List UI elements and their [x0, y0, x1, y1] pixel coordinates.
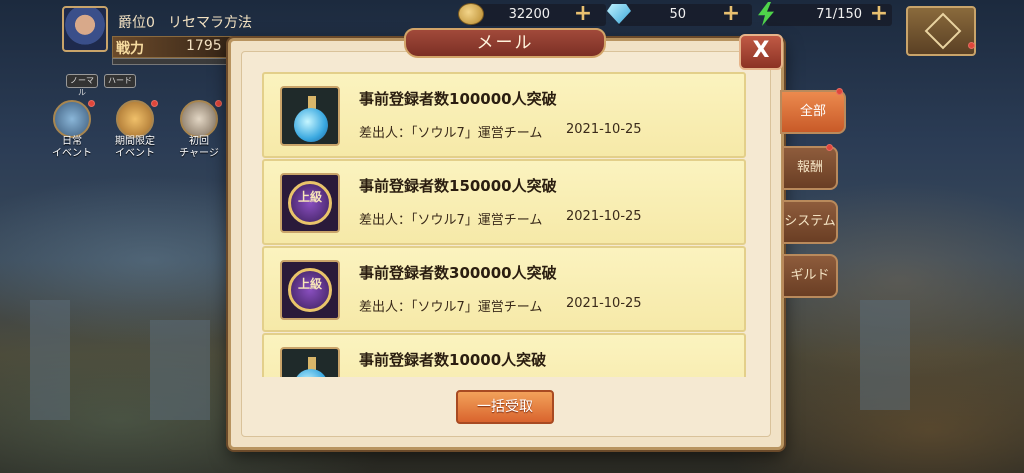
daily-event-icon[interactable]: [53, 100, 91, 138]
power-value: 1795: [186, 38, 222, 54]
power-label: 戦力: [116, 41, 144, 57]
guild-menu-button[interactable]: [906, 6, 976, 56]
mail-item[interactable]: 事前登録者数10000人突破: [262, 333, 746, 377]
notification-dot: [215, 100, 222, 107]
mail-sender: 差出人：「ソウル7」運営チーム: [359, 300, 543, 315]
add-coins-button[interactable]: +: [573, 3, 593, 25]
notification-dot: [968, 42, 975, 49]
tab-guild[interactable]: ギルド: [782, 254, 838, 298]
gems-value: 50: [669, 7, 686, 22]
mail-item[interactable]: 事前登録者数100000人突破 差出人：「ソウル7」運営チーム 2021-10-…: [262, 72, 746, 158]
coins-value: 32200: [508, 7, 550, 22]
mode-tag-hard[interactable]: ハード: [104, 74, 136, 88]
level-progress: [112, 58, 232, 65]
tab-rewards[interactable]: 報酬: [782, 146, 838, 190]
potion-body: [294, 108, 328, 142]
player-avatar[interactable]: [62, 6, 108, 52]
potion-icon: [280, 86, 340, 146]
add-stamina-button[interactable]: +: [869, 3, 889, 25]
notification-dot: [826, 144, 833, 151]
mode-tag-normal[interactable]: ノーマル: [66, 74, 98, 97]
notification-dot: [836, 88, 843, 95]
add-gems-button[interactable]: +: [721, 3, 741, 25]
notification-dot: [151, 100, 158, 107]
player-rank-label: 爵位0: [118, 15, 155, 31]
seal-ring: 上級: [288, 181, 332, 225]
mail-date: 2021-10-25: [566, 296, 642, 311]
seal-ring: 上級: [288, 268, 332, 312]
mail-sender: 差出人：「ソウル7」運営チーム: [359, 126, 543, 141]
guild-emblem-icon: [924, 12, 962, 50]
background-tower: [860, 300, 910, 410]
daily-event-label: 日常 イベント: [52, 136, 92, 159]
background-tower: [30, 300, 70, 420]
bulk-receive-button[interactable]: 一括受取: [456, 390, 554, 424]
notification-dot: [88, 100, 95, 107]
mail-title: 事前登録者数10000人突破: [359, 351, 547, 369]
first-charge-label: 初回 チャージ: [179, 136, 219, 159]
potion-body: [294, 369, 328, 377]
mail-title: 事前登録者数100000人突破: [359, 90, 557, 108]
mail-dialog-title: メール: [404, 28, 606, 58]
mail-title: 事前登録者数300000人突破: [359, 264, 557, 282]
mail-date: 2021-10-25: [566, 122, 642, 137]
tab-system[interactable]: システム: [782, 200, 838, 244]
mail-list[interactable]: 事前登録者数100000人突破 差出人：「ソウル7」運営チーム 2021-10-…: [262, 70, 746, 377]
advanced-seal-icon: 上級: [280, 173, 340, 233]
mail-sender: 差出人：「ソウル7」運営チーム: [359, 213, 543, 228]
mail-item[interactable]: 上級 事前登録者数300000人突破 差出人：「ソウル7」運営チーム 2021-…: [262, 246, 746, 332]
limited-event-icon[interactable]: [116, 100, 154, 138]
player-rank-name: リセマラ方法: [168, 15, 252, 31]
mail-date: 2021-10-25: [566, 209, 642, 224]
mail-item[interactable]: 上級 事前登録者数150000人突破 差出人：「ソウル7」運営チーム 2021-…: [262, 159, 746, 245]
stamina-value: 71/150: [816, 7, 862, 22]
coin-icon: [458, 3, 484, 25]
potion-icon: [280, 347, 340, 377]
tab-all[interactable]: 全部: [780, 90, 846, 134]
limited-event-label: 期間限定 イベント: [115, 136, 155, 159]
mail-title: 事前登録者数150000人突破: [359, 177, 557, 195]
first-charge-icon[interactable]: [180, 100, 218, 138]
advanced-seal-icon: 上級: [280, 260, 340, 320]
close-button[interactable]: X: [739, 34, 783, 70]
background-tower: [150, 320, 210, 420]
